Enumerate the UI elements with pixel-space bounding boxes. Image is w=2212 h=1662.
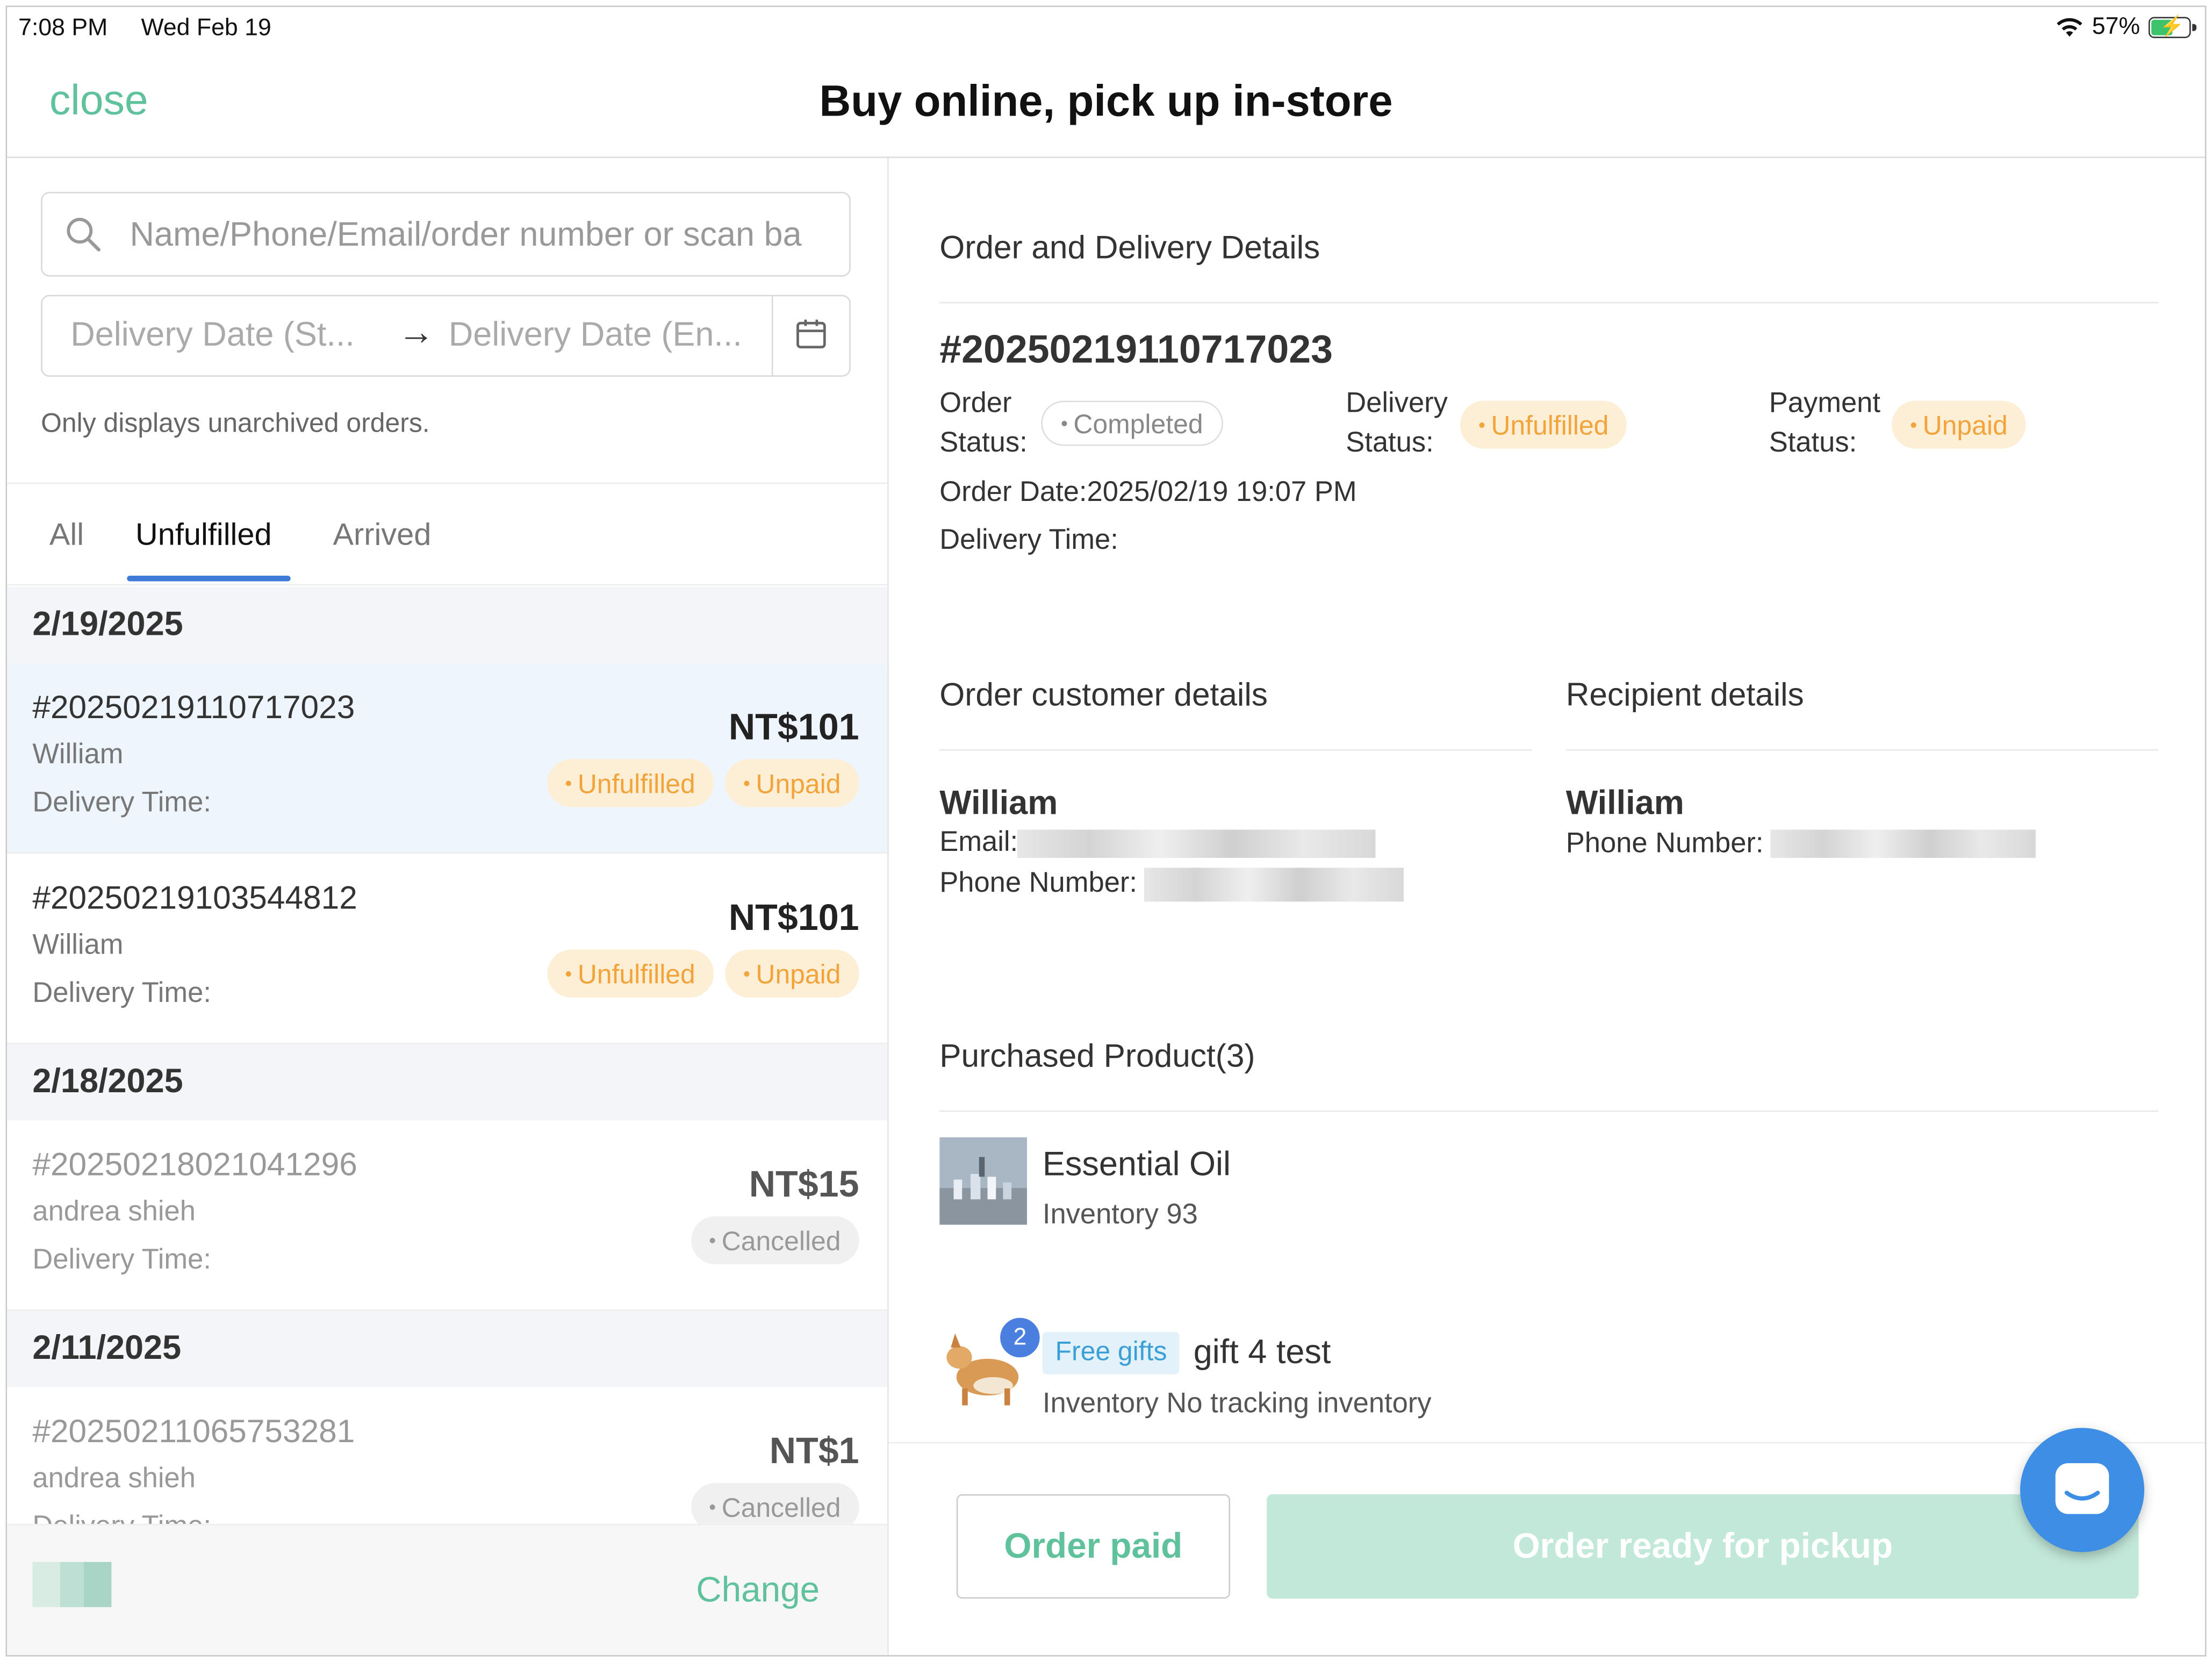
- order-status-badge: • Completed: [1041, 400, 1223, 446]
- action-bar: Order paid Order ready for pickup: [888, 1442, 2205, 1656]
- section-title: Order and Delivery Details: [939, 228, 1320, 266]
- order-row[interactable]: #20250211065753281 andrea shieh Delivery…: [7, 1387, 887, 1530]
- arrow-right-icon: →: [398, 310, 435, 353]
- order-list: 2/19/2025 #20250219110717023 William Del…: [7, 587, 888, 1530]
- change-store-button[interactable]: Change: [696, 1571, 820, 1611]
- redacted-phone: [1144, 868, 1404, 902]
- active-tab-indicator: [127, 576, 291, 582]
- wifi-icon: [2057, 17, 2082, 36]
- order-row[interactable]: #20250218021041296 andrea shieh Delivery…: [7, 1120, 888, 1311]
- search-box[interactable]: [41, 192, 851, 277]
- page-title: Buy online, pick up in-store: [819, 76, 1393, 126]
- recipient-phone-label: Phone Number:: [1565, 828, 1764, 859]
- redacted-phone: [1770, 829, 2036, 858]
- order-price: NT$101: [728, 705, 859, 748]
- order-date: Order Date:2025/02/19 19:07 PM: [939, 477, 1357, 508]
- order-row[interactable]: #20250219110717023 William Delivery Time…: [7, 663, 888, 854]
- order-status-label: Order Status:: [939, 388, 1028, 459]
- status-bar: 7:08 PM Wed Feb 19 57% ⚡: [7, 7, 2205, 52]
- order-price: NT$15: [749, 1163, 859, 1205]
- customer-name: William: [32, 739, 124, 771]
- detail-order-number: #20250219110717023: [939, 327, 1333, 371]
- delivery-date-range[interactable]: Delivery Date (St... → Delivery Date (En…: [41, 295, 851, 377]
- order-list-pane: Delivery Date (St... → Delivery Date (En…: [7, 158, 889, 1656]
- order-number: #20250219103544812: [32, 879, 357, 916]
- header: close Buy online, pick up in-store: [7, 52, 2205, 158]
- date-start-input[interactable]: Delivery Date (St...: [70, 316, 355, 356]
- battery-percent: 57%: [2092, 12, 2141, 40]
- order-price: NT$1: [769, 1429, 859, 1472]
- customer-section-title: Order customer details: [939, 676, 1268, 713]
- order-row[interactable]: #20250219103544812 William Delivery Time…: [7, 854, 888, 1044]
- order-price: NT$101: [728, 896, 859, 939]
- search-icon: [67, 218, 100, 252]
- free-gift-tag: Free gifts: [1042, 1332, 1180, 1374]
- archive-hint: Only displays unarchived orders.: [41, 409, 430, 439]
- product-image: [939, 1137, 1027, 1225]
- divider: [939, 302, 2159, 304]
- order-number: #20250219110717023: [32, 689, 355, 726]
- calendar-icon: [796, 319, 826, 349]
- tab-arrived[interactable]: Arrived: [333, 517, 432, 553]
- store-thumbnail: [32, 1561, 112, 1607]
- order-detail-pane: Order and Delivery Details #202502191107…: [888, 158, 2205, 1656]
- date-group-header: 2/18/2025: [7, 1044, 888, 1121]
- product-inventory: Inventory 93: [1042, 1199, 1198, 1230]
- gift-name: gift 4 test: [1193, 1333, 1331, 1372]
- tab-all[interactable]: All: [49, 517, 84, 553]
- redacted-email: [1017, 829, 1376, 858]
- delivery-time-label: Delivery Time:: [32, 978, 211, 1009]
- order-number: #20250218021041296: [32, 1145, 357, 1183]
- order-ready-button[interactable]: Order ready for pickup: [1267, 1494, 2139, 1599]
- delivery-time-label: Delivery Time:: [32, 1244, 211, 1276]
- divider: [939, 1110, 2159, 1112]
- status-badge: • Unfulfilled: [547, 759, 714, 807]
- gift-inventory: Inventory No tracking inventory: [1042, 1388, 1432, 1420]
- status-badge: • Unfulfilled: [547, 949, 714, 998]
- divider: [7, 482, 888, 484]
- status-date: Wed Feb 19: [141, 14, 271, 41]
- status-time: 7:08 PM: [18, 14, 108, 41]
- order-paid-button[interactable]: Order paid: [956, 1494, 1230, 1599]
- products-section-title: Purchased Product(3): [939, 1037, 1255, 1074]
- customer-name: William: [32, 929, 124, 961]
- calendar-button[interactable]: [771, 296, 849, 376]
- email-label: Email:: [939, 827, 1018, 858]
- store-footer: Change: [7, 1524, 888, 1656]
- payment-status-label: Payment Status:: [1769, 388, 1880, 459]
- status-tabs: All Unfulfilled Arrived: [7, 485, 888, 586]
- status-badge: • Unpaid: [724, 949, 859, 998]
- payment-status-badge: • Unpaid: [1892, 400, 2026, 449]
- date-group-header: 2/11/2025: [7, 1310, 888, 1387]
- status-badge: • Cancelled: [691, 1216, 859, 1264]
- product-name: Essential Oil: [1042, 1145, 1231, 1184]
- status-indicators: 57% ⚡: [2056, 12, 2197, 41]
- customer-name: andrea shieh: [32, 1197, 196, 1228]
- status-badge: • Cancelled: [691, 1482, 859, 1530]
- date-end-input[interactable]: Delivery Date (En...: [449, 316, 742, 356]
- delivery-time-label: Delivery Time:: [32, 787, 211, 819]
- phone-label: Phone Number:: [939, 868, 1137, 899]
- divider: [939, 749, 1532, 751]
- order-number: #20250211065753281: [32, 1412, 355, 1449]
- recipient-section-title: Recipient details: [1565, 676, 1804, 713]
- chat-button[interactable]: [2020, 1428, 2144, 1552]
- customer-name: andrea shieh: [32, 1463, 196, 1494]
- app-window: 7:08 PM Wed Feb 19 57% ⚡ close Buy onlin…: [5, 5, 2207, 1657]
- tab-unfulfilled[interactable]: Unfulfilled: [135, 517, 272, 553]
- quantity-badge: 2: [997, 1315, 1043, 1360]
- date-group-header: 2/19/2025: [7, 587, 888, 663]
- battery-icon: ⚡: [2148, 13, 2197, 38]
- status-badge: • Unpaid: [724, 759, 859, 807]
- delivery-status-badge: • Unfulfilled: [1460, 400, 1627, 449]
- search-input[interactable]: [127, 207, 838, 264]
- delivery-time: Delivery Time:: [939, 525, 1118, 556]
- divider: [1565, 749, 2159, 751]
- customer-name: William: [939, 784, 1058, 823]
- delivery-status-label: Delivery Status:: [1346, 388, 1448, 459]
- recipient-name: William: [1565, 784, 1684, 823]
- chat-icon: [2055, 1463, 2109, 1514]
